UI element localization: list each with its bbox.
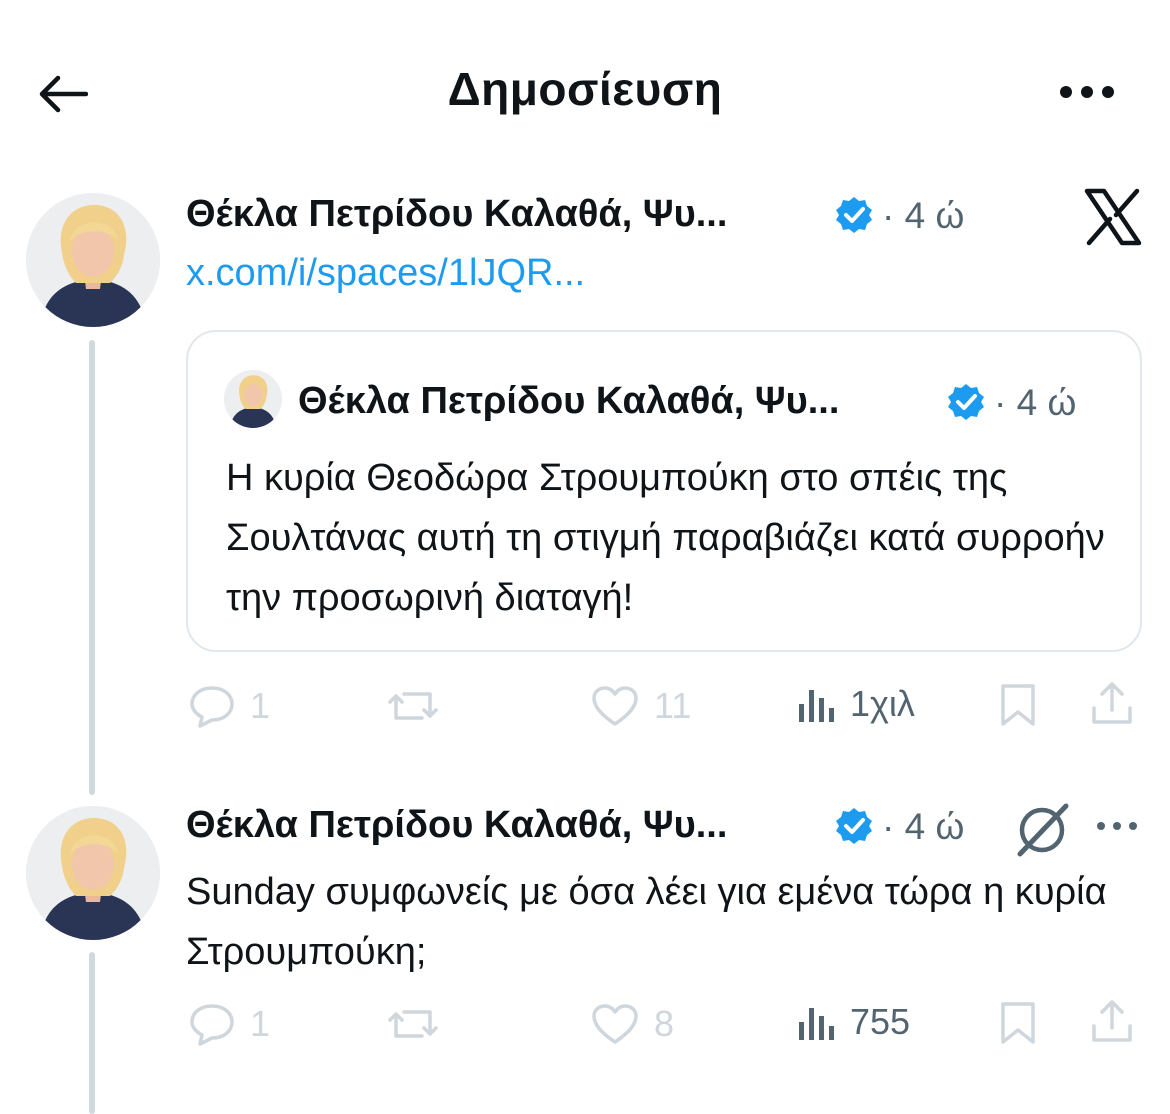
spaces-link[interactable]: x.com/i/spaces/1lJQR... [186, 252, 585, 295]
views-icon [799, 690, 834, 722]
verified-badge-icon [836, 808, 872, 844]
bookmark-button[interactable] [998, 1000, 1038, 1046]
author-avatar[interactable] [26, 806, 160, 940]
views-button[interactable]: 755 [796, 1002, 910, 1042]
verified-badge-icon [836, 197, 872, 233]
share-button[interactable] [1090, 998, 1134, 1044]
top-bar: Δημοσίευση [0, 0, 1170, 180]
like-button[interactable]: 11 [590, 684, 691, 728]
more-options-button[interactable] [1052, 70, 1122, 114]
page-title: Δημοσίευση [447, 63, 723, 115]
quoted-author-name: Θέκλα Πετρίδου Καλαθά, Ψυ... [298, 380, 840, 422]
repost-icon [388, 692, 438, 720]
post-more-button[interactable] [1092, 808, 1142, 844]
heart-icon [592, 1004, 638, 1044]
views-icon [799, 1008, 834, 1040]
avatar-portrait [224, 370, 282, 428]
post-time[interactable]: · 4 ώ [882, 195, 964, 237]
share-icon [1092, 1000, 1132, 1042]
thread-line [89, 952, 95, 1114]
grok-icon[interactable] [1012, 798, 1074, 860]
reply-button[interactable]: 1 [188, 684, 270, 728]
share-button[interactable] [1090, 680, 1134, 726]
quoted-post-text: Η κυρία Θεοδώρα Στρουμπούκη στο σπέις τη… [226, 457, 1105, 619]
author-name[interactable]: Θέκλα Πετρίδου Καλαθά, Ψυ... [186, 193, 826, 236]
views-button[interactable]: 1χιλ [796, 684, 915, 724]
views-count: 755 [850, 1001, 911, 1042]
post-text: Sunday συμφωνείς με όσα λέει για εμένα τ… [186, 871, 1107, 973]
repost-icon [388, 1010, 438, 1038]
quoted-author-avatar [224, 370, 282, 428]
views-count: 1χιλ [850, 683, 915, 724]
avatar-portrait [26, 193, 160, 327]
reply-icon [190, 1004, 234, 1046]
bookmark-icon [1001, 684, 1035, 726]
quoted-post-time: · 4 ώ [994, 382, 1077, 423]
like-count: 11 [654, 685, 692, 726]
like-count: 8 [654, 1003, 675, 1044]
bookmark-icon [1001, 1002, 1035, 1044]
author-name[interactable]: Θέκλα Πετρίδου Καλαθά, Ψυ... [186, 804, 826, 847]
avatar-portrait [26, 806, 160, 940]
reply-count: 1 [250, 1003, 271, 1044]
bookmark-button[interactable] [998, 682, 1038, 728]
reply-icon [190, 686, 234, 728]
author-avatar[interactable] [26, 193, 160, 327]
post-time[interactable]: · 4 ώ [882, 806, 964, 848]
quoted-post-card[interactable]: Θέκλα Πετρίδου Καλαθά, Ψυ... · 4 ώ Η κυρ… [186, 330, 1142, 652]
verified-badge-icon [948, 384, 984, 420]
x-logo-icon [1084, 188, 1142, 246]
thread-line [89, 340, 95, 795]
share-icon [1092, 682, 1132, 724]
like-button[interactable]: 8 [590, 1002, 674, 1046]
more-dots-icon [1060, 86, 1114, 98]
repost-button[interactable] [386, 684, 440, 728]
more-dots-icon [1097, 822, 1137, 830]
reply-count: 1 [250, 685, 271, 726]
heart-icon [592, 686, 638, 726]
reply-button[interactable]: 1 [188, 1002, 270, 1046]
repost-button[interactable] [386, 1002, 440, 1046]
